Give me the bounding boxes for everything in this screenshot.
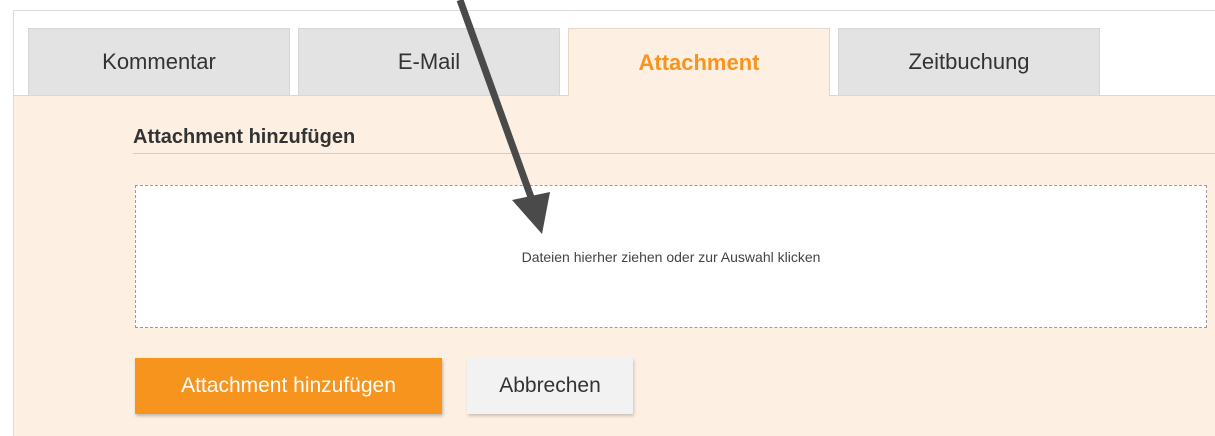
tab-attachment[interactable]: Attachment — [568, 28, 830, 96]
tab-bar: Kommentar E-Mail Attachment Zeitbuchung — [14, 11, 1215, 96]
tab-kommentar[interactable]: Kommentar — [28, 28, 290, 95]
cancel-button[interactable]: Abbrechen — [467, 358, 633, 414]
section-divider — [133, 153, 1215, 154]
section-title: Attachment hinzufügen — [133, 126, 356, 148]
tab-content: Attachment hinzufügen Dateien hierher zi… — [14, 95, 1215, 436]
dropzone-text: Dateien hierher ziehen oder zur Auswahl … — [521, 248, 821, 265]
tab-zeitbuchung[interactable]: Zeitbuchung — [838, 28, 1100, 95]
tab-email[interactable]: E-Mail — [298, 28, 560, 95]
add-attachment-button[interactable]: Attachment hinzufügen — [135, 358, 442, 414]
file-dropzone[interactable]: Dateien hierher ziehen oder zur Auswahl … — [135, 185, 1207, 328]
page: Kommentar E-Mail Attachment Zeitbuchung … — [0, 0, 1215, 436]
attachment-panel: Kommentar E-Mail Attachment Zeitbuchung … — [13, 10, 1215, 436]
